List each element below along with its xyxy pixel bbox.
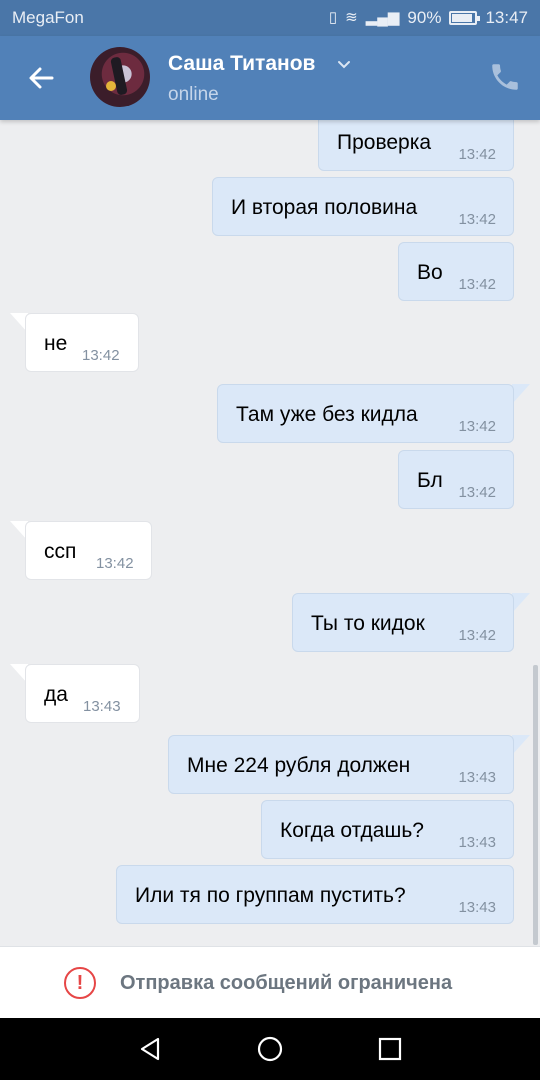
message-bubble-6[interactable]: ссп 13:42: [25, 521, 152, 580]
bubble-tail: [512, 735, 530, 755]
chevron-down-icon[interactable]: [336, 56, 352, 72]
scrollbar[interactable]: [533, 665, 538, 945]
status-bar: MegaFon ▯ ≋ ▂▄▆ 90% 13:47: [0, 0, 540, 36]
message-bubble-0[interactable]: Проверка 13:42: [318, 120, 514, 171]
battery-percent: 90%: [407, 8, 442, 27]
message-time: 13:42: [96, 555, 134, 572]
message-time: 13:42: [82, 347, 120, 364]
carrier-name: MegaFon: [12, 8, 84, 27]
message-bubble-4[interactable]: Там уже без кидла 13:42: [217, 384, 514, 443]
message-time: 13:42: [458, 211, 496, 228]
call-button[interactable]: [488, 60, 522, 94]
message-bubble-9[interactable]: Мне 224 рубля должен 13:43: [168, 735, 514, 794]
chat-header: Саша Титанов online: [0, 36, 540, 120]
message-text: Там уже без кидла: [236, 403, 418, 426]
message-text: Когда отдашь?: [280, 819, 424, 842]
battery-icon: [449, 11, 481, 25]
message-text: Проверка: [337, 131, 432, 154]
message-bubble-1[interactable]: И вторая половина 13:42: [212, 177, 514, 236]
message-text: Бл: [417, 469, 443, 492]
message-time: 13:43: [458, 899, 496, 916]
message-bubble-11[interactable]: Или тя по группам пустить? 13:43: [116, 865, 514, 924]
message-text: Во: [417, 261, 443, 284]
message-text: Мне 224 рубля должен: [187, 754, 411, 777]
message-bubble-10[interactable]: Когда отдашь? 13:43: [261, 800, 514, 859]
battery-fill: [452, 14, 473, 22]
message-text: Ты то кидок: [311, 612, 425, 635]
message-time: 13:42: [458, 276, 496, 293]
circle-home-icon[interactable]: [255, 1034, 285, 1064]
message-time: 13:42: [458, 627, 496, 644]
message-bubble-3[interactable]: не 13:42: [25, 313, 139, 372]
square-recent-icon[interactable]: [375, 1034, 405, 1064]
vibrate-icon: ▯: [328, 9, 338, 26]
navigation-bar: [0, 1018, 540, 1080]
message-time: 13:43: [458, 769, 496, 786]
message-text: ссп: [44, 540, 77, 563]
phone-icon: [492, 64, 518, 90]
message-bubble-5[interactable]: Бл 13:42: [398, 450, 514, 509]
message-text: Или тя по группам пустить?: [135, 884, 406, 907]
contact-name[interactable]: Саша Титанов: [168, 52, 315, 76]
message-time: 13:43: [83, 698, 121, 715]
message-text: И вторая половина: [231, 196, 418, 219]
bubble-tail: [512, 384, 530, 404]
status-icons: ▯ ≋ ▂▄▆ 90% 13:47: [329, 8, 528, 28]
clock: 13:47: [485, 8, 528, 27]
wifi-icon: ≋: [345, 9, 358, 26]
restriction-text: Отправка сообщений ограничена: [120, 972, 453, 994]
arrow-left-icon: [29, 67, 54, 89]
back-button[interactable]: [22, 58, 62, 98]
triangle-back-icon[interactable]: [136, 1034, 166, 1064]
message-list[interactable]: Проверка 13:42 И вторая половина 13:42 В…: [0, 120, 540, 946]
message-bubble-7[interactable]: Ты то кидок 13:42: [292, 593, 514, 652]
message-bubble-8[interactable]: да 13:43: [25, 664, 140, 723]
signal-icon: ▂▄▆: [365, 9, 400, 26]
messaging-restricted-banner: ! Отправка сообщений ограничена: [0, 946, 540, 1018]
message-time: 13:42: [458, 484, 496, 501]
bubble-tail: [512, 593, 530, 613]
message-time: 13:42: [458, 146, 496, 163]
message-time: 13:42: [458, 418, 496, 435]
contact-status: online: [168, 84, 219, 105]
message-bubble-2[interactable]: Во 13:42: [398, 242, 514, 301]
message-text: да: [44, 683, 68, 706]
avatar[interactable]: [90, 47, 150, 107]
message-time: 13:43: [458, 834, 496, 851]
message-text: не: [44, 332, 68, 355]
alert-circle-icon: !: [64, 967, 96, 999]
avatar-detail: [106, 81, 116, 91]
